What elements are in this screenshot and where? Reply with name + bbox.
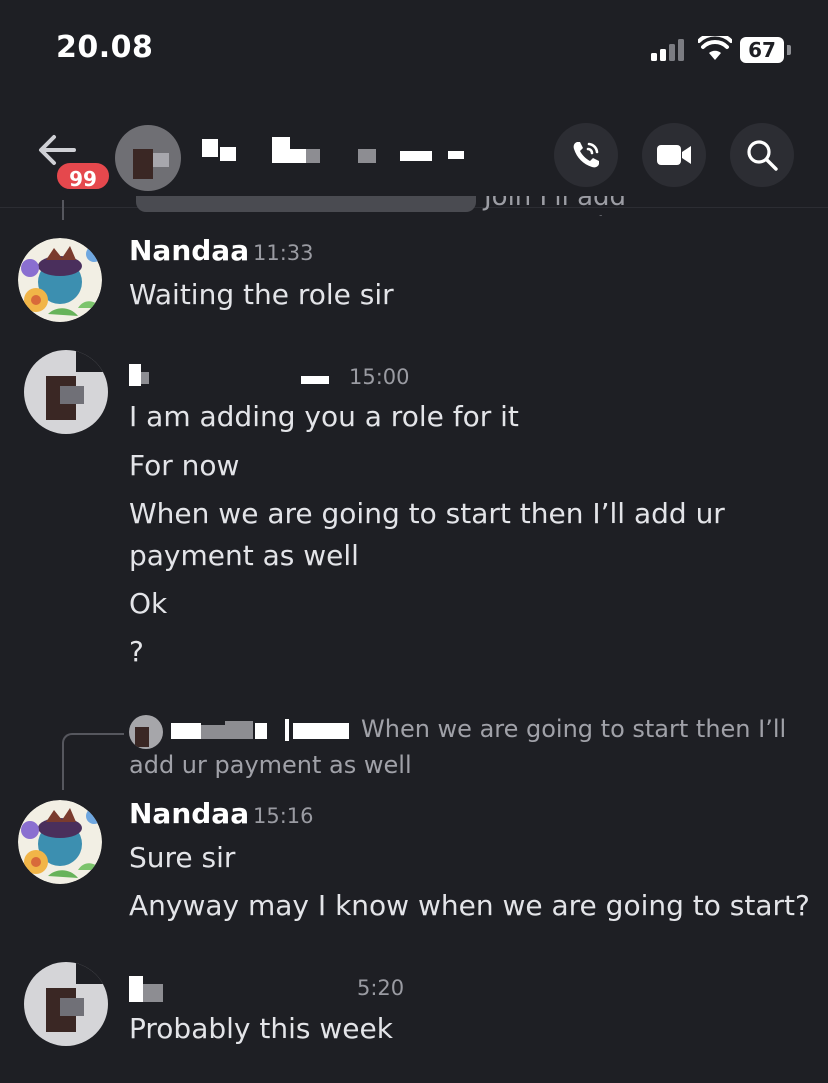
- search-icon: [747, 140, 778, 171]
- message-timestamp: 11:33: [253, 241, 314, 265]
- message-text: I am adding you a role for it: [129, 400, 519, 433]
- message-text: Probably this week: [129, 1012, 393, 1045]
- message-author-redacted[interactable]: [129, 360, 329, 390]
- message-text: Waiting the role sir: [129, 278, 394, 311]
- wifi-icon: [698, 36, 732, 60]
- channel-avatar[interactable]: [115, 125, 181, 191]
- status-bar: 20.08 67: [0, 0, 828, 100]
- message-timestamp: 15:16: [253, 804, 314, 828]
- message-author-redacted[interactable]: [129, 972, 349, 1004]
- message-text: ?: [129, 635, 144, 668]
- cellular-signal-icon: [651, 39, 691, 61]
- reply-preview-text: add ur payment as well: [129, 751, 412, 779]
- nandaa-avatar-art: [18, 800, 102, 884]
- video-camera-icon: [657, 145, 691, 165]
- reply-connector: [62, 733, 124, 790]
- status-time: 20.08: [56, 30, 154, 65]
- message-author[interactable]: Nandaa: [129, 234, 249, 267]
- search-button[interactable]: [730, 123, 794, 187]
- battery-icon: 67: [740, 37, 784, 63]
- phone-call-icon: [573, 142, 599, 168]
- message-text: When we are going to start then I’ll add…: [129, 497, 725, 530]
- message-text: payment as well: [129, 539, 359, 572]
- video-call-button[interactable]: [642, 123, 706, 187]
- reply-connector: [62, 200, 64, 220]
- message-timestamp: 15:00: [349, 365, 410, 389]
- previous-message-snippet: Join I'll add u as mod: [128, 196, 628, 216]
- reply-preview-text: When we are going to start then I’ll: [361, 715, 787, 743]
- voice-call-button[interactable]: [554, 123, 618, 187]
- message-text: For now: [129, 449, 240, 482]
- channel-name-redacted[interactable]: [200, 137, 500, 167]
- nandaa-avatar-art: [18, 238, 102, 322]
- avatar-other-user[interactable]: [24, 962, 108, 1046]
- message-text: Sure sir: [129, 841, 236, 874]
- avatar-other-user[interactable]: [24, 350, 108, 434]
- message-author[interactable]: Nandaa: [129, 797, 249, 830]
- message-text: Ok: [129, 587, 168, 620]
- avatar-nandaa[interactable]: [18, 800, 102, 884]
- message-timestamp: 5:20: [357, 976, 405, 1000]
- battery-nub: [787, 45, 791, 55]
- reply-author-avatar: [129, 715, 163, 749]
- avatar-nandaa[interactable]: [18, 238, 102, 322]
- channel-header: 99: [0, 115, 828, 208]
- unread-badge: 99: [54, 160, 112, 192]
- message-text: Anyway may I know when we are going to s…: [129, 889, 810, 922]
